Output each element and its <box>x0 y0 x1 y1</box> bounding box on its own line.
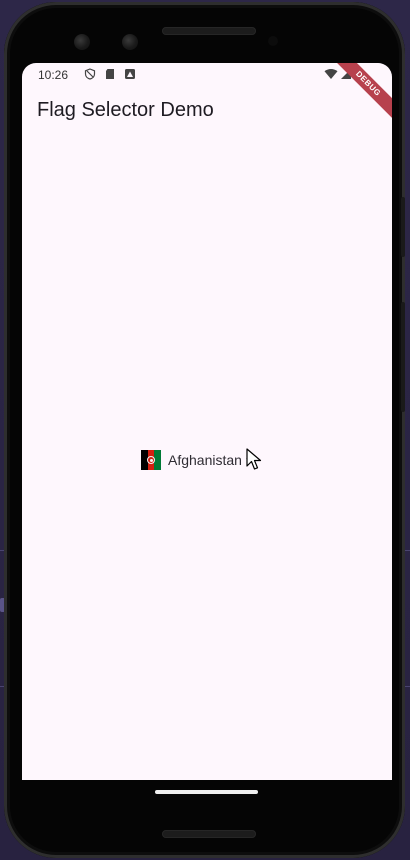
app-bar: Flag Selector Demo <box>22 87 392 135</box>
front-camera-icon <box>74 34 90 50</box>
home-gesture-handle[interactable] <box>155 790 258 794</box>
front-sensor-icon <box>122 34 138 50</box>
earpiece-speaker <box>162 27 256 35</box>
proximity-sensor <box>268 36 278 46</box>
afghanistan-flag-icon <box>141 450 162 470</box>
status-time: 10:26 <box>38 68 69 82</box>
volume-button[interactable] <box>401 302 405 412</box>
bottom-speaker <box>162 830 256 838</box>
selected-country-label: Afghanistan <box>168 452 242 468</box>
mouse-pointer-icon <box>246 448 262 470</box>
country-dropdown[interactable]: Afghanistan <box>141 449 256 471</box>
app-screen: 10:26 DEBUG Flag Selector Demo Afghanist… <box>22 63 392 780</box>
sd-card-icon <box>106 69 114 79</box>
wifi-icon <box>324 68 338 79</box>
shield-icon <box>84 68 96 80</box>
page-title: Flag Selector Demo <box>37 99 214 121</box>
power-button[interactable] <box>401 197 405 257</box>
image-badge-icon <box>125 69 135 79</box>
status-bar: 10:26 DEBUG <box>22 63 392 123</box>
system-navigation-bar <box>22 780 392 804</box>
